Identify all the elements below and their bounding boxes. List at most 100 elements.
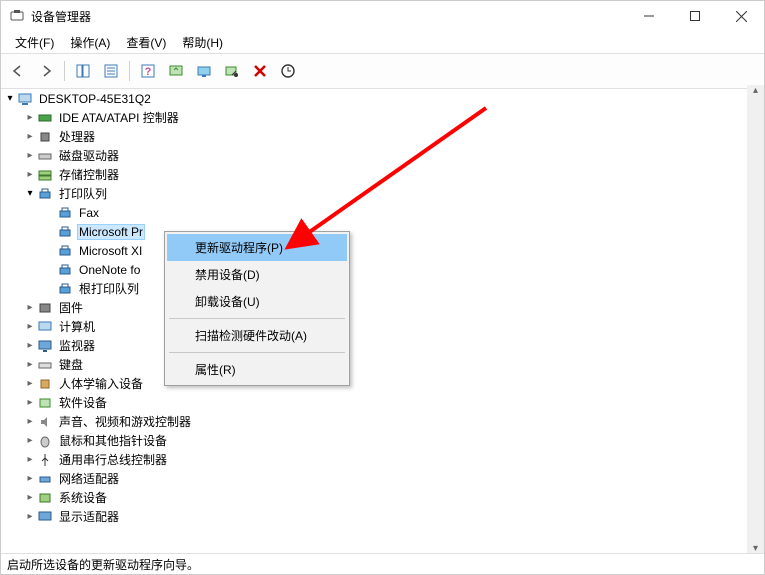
scan-button[interactable] <box>163 58 189 84</box>
tree-item[interactable]: Microsoft XI <box>1 241 764 260</box>
tree-category[interactable]: ▸ 键盘 <box>1 355 764 374</box>
menu-file[interactable]: 文件(F) <box>7 32 62 53</box>
status-text: 启动所选设备的更新驱动程序向导。 <box>7 556 199 573</box>
computer-icon <box>17 91 33 107</box>
chevron-right-icon[interactable]: ▸ <box>23 416 37 427</box>
chevron-right-icon[interactable]: ▸ <box>23 150 37 161</box>
tree-label: 网络适配器 <box>57 469 121 488</box>
toolbar-separator <box>129 61 130 81</box>
computer-icon <box>37 319 53 335</box>
vertical-scrollbar[interactable]: ▴▾ <box>747 85 764 554</box>
tree-category[interactable]: ▸ 人体学输入设备 <box>1 374 764 393</box>
tree-item[interactable]: OneNote fo <box>1 260 764 279</box>
ctx-update-driver[interactable]: 更新驱动程序(P) <box>167 234 347 261</box>
tree-label: 声音、视频和游戏控制器 <box>57 412 193 431</box>
forward-button[interactable] <box>33 58 59 84</box>
ctx-properties[interactable]: 属性(R) <box>167 356 347 383</box>
chevron-right-icon[interactable]: ▸ <box>23 112 37 123</box>
chevron-right-icon[interactable]: ▸ <box>23 340 37 351</box>
menu-view[interactable]: 查看(V) <box>118 32 174 53</box>
chevron-right-icon[interactable]: ▸ <box>23 492 37 503</box>
tree-label: Microsoft XI <box>77 243 144 259</box>
chevron-right-icon[interactable]: ▸ <box>23 302 37 313</box>
chevron-right-icon[interactable]: ▸ <box>23 378 37 389</box>
chevron-right-icon[interactable]: ▸ <box>23 473 37 484</box>
tree-item[interactable]: Fax <box>1 203 764 222</box>
tree-category-print-queues[interactable]: ▾ 打印队列 <box>1 184 764 203</box>
system-icon <box>37 490 53 506</box>
storage-icon <box>37 167 53 183</box>
update-driver-button[interactable] <box>191 58 217 84</box>
tree-category[interactable]: ▸ 鼠标和其他指针设备 <box>1 431 764 450</box>
tree-category[interactable]: ▸ 显示适配器 <box>1 507 764 526</box>
uninstall-device-button[interactable] <box>247 58 273 84</box>
tree-label: 键盘 <box>57 355 85 374</box>
disable-device-button[interactable] <box>219 58 245 84</box>
chevron-right-icon[interactable]: ▸ <box>23 359 37 370</box>
close-button[interactable] <box>718 1 764 31</box>
tree-label: 磁盘驱动器 <box>57 146 121 165</box>
tree-category[interactable]: ▸ 计算机 <box>1 317 764 336</box>
tree-category[interactable]: ▸ 监视器 <box>1 336 764 355</box>
svg-text:?: ? <box>145 66 152 78</box>
chevron-right-icon[interactable]: ▸ <box>23 435 37 446</box>
tree-category[interactable]: ▸ 通用串行总线控制器 <box>1 450 764 469</box>
tree-category[interactable]: ▸ 网络适配器 <box>1 469 764 488</box>
tree-item-selected[interactable]: Microsoft Pr <box>1 222 764 241</box>
tree-root[interactable]: ▾ DESKTOP-45E31Q2 <box>1 89 764 108</box>
printer-icon <box>57 205 73 221</box>
chevron-right-icon[interactable]: ▸ <box>23 397 37 408</box>
mouse-icon <box>37 433 53 449</box>
chevron-down-icon[interactable]: ▾ <box>23 188 37 199</box>
ctx-uninstall-device[interactable]: 卸载设备(U) <box>167 288 347 315</box>
tree-category[interactable]: ▸ 固件 <box>1 298 764 317</box>
tree-label: 通用串行总线控制器 <box>57 450 169 469</box>
menu-action[interactable]: 操作(A) <box>62 32 118 53</box>
tree-label: 处理器 <box>57 127 97 146</box>
keyboard-icon <box>37 357 53 373</box>
show-hidden-button[interactable] <box>70 58 96 84</box>
window-title: 设备管理器 <box>31 8 626 25</box>
properties-button[interactable] <box>98 58 124 84</box>
tree-label: 存储控制器 <box>57 165 121 184</box>
scan-hardware-button[interactable] <box>275 58 301 84</box>
hid-icon <box>37 376 53 392</box>
maximize-button[interactable] <box>672 1 718 31</box>
tree-category[interactable]: ▸ 软件设备 <box>1 393 764 412</box>
toolbar-separator <box>64 61 65 81</box>
menu-separator <box>169 318 345 319</box>
ctx-scan-hardware[interactable]: 扫描检测硬件改动(A) <box>167 322 347 349</box>
tree-category[interactable]: ▸ 系统设备 <box>1 488 764 507</box>
display-icon <box>37 509 53 525</box>
tree-category[interactable]: ▸ 磁盘驱动器 <box>1 146 764 165</box>
firmware-icon <box>37 300 53 316</box>
cpu-icon <box>37 129 53 145</box>
chevron-right-icon[interactable]: ▸ <box>23 169 37 180</box>
tree-label: 系统设备 <box>57 488 109 507</box>
tree-category[interactable]: ▸ 存储控制器 <box>1 165 764 184</box>
minimize-button[interactable] <box>626 1 672 31</box>
tree-label: Fax <box>77 205 101 221</box>
chevron-right-icon[interactable]: ▸ <box>23 321 37 332</box>
statusbar: 启动所选设备的更新驱动程序向导。 <box>1 553 764 574</box>
tree-label: 显示适配器 <box>57 507 121 526</box>
software-icon <box>37 395 53 411</box>
chevron-right-icon[interactable]: ▸ <box>23 454 37 465</box>
back-button[interactable] <box>5 58 31 84</box>
tree-category[interactable]: ▸ 声音、视频和游戏控制器 <box>1 412 764 431</box>
printer-icon <box>57 262 73 278</box>
printer-icon <box>57 243 73 259</box>
device-tree[interactable]: ▾ DESKTOP-45E31Q2 ▸ IDE ATA/ATAPI 控制器 ▸ … <box>1 85 764 554</box>
tree-label: 根打印队列 <box>77 279 141 298</box>
tree-item[interactable]: 根打印队列 <box>1 279 764 298</box>
chevron-right-icon[interactable]: ▸ <box>23 131 37 142</box>
monitor-icon <box>37 338 53 354</box>
chevron-right-icon[interactable]: ▸ <box>23 511 37 522</box>
tree-category[interactable]: ▸ IDE ATA/ATAPI 控制器 <box>1 108 764 127</box>
help-button[interactable]: ? <box>135 58 161 84</box>
chevron-down-icon[interactable]: ▾ <box>3 93 17 104</box>
app-icon <box>9 8 25 24</box>
tree-category[interactable]: ▸ 处理器 <box>1 127 764 146</box>
menu-help[interactable]: 帮助(H) <box>174 32 231 53</box>
ctx-disable-device[interactable]: 禁用设备(D) <box>167 261 347 288</box>
